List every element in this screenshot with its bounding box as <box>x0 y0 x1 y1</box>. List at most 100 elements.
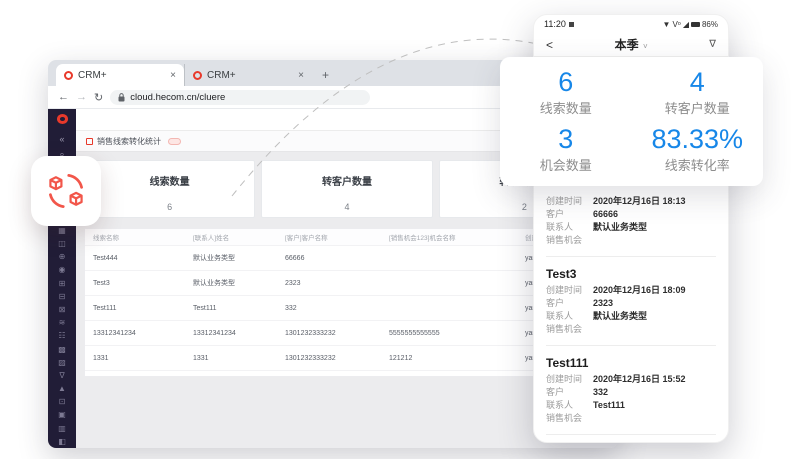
back-icon[interactable]: ← <box>58 91 69 103</box>
stat-opportunities: 3 机会数量 <box>500 124 632 181</box>
cell-lead-name: Test111 <box>93 305 193 312</box>
stat-value: 6 <box>500 67 632 97</box>
cell-opportunity: 5555555555555 <box>389 330 525 337</box>
status-time: 11:20 <box>544 19 566 29</box>
stat-label: 机会数量 <box>500 155 632 174</box>
sidebar-collapse-icon[interactable]: « <box>59 132 64 147</box>
browser-tab-inactive[interactable]: CRM+ × <box>184 64 312 86</box>
sidebar-module-icon[interactable]: ◉ <box>59 263 66 276</box>
sidebar-module-icon[interactable]: ▩ <box>58 343 66 356</box>
stat-value: 4 <box>632 67 764 97</box>
phone-status-bar: 11:20 ▼ Vᵒ ◢ 86% <box>534 15 728 33</box>
report-icon <box>86 138 93 145</box>
field-value: 66666 <box>593 208 618 221</box>
stat-label: 线索数量 <box>500 98 632 117</box>
field-label: 联系人 <box>546 310 593 323</box>
field-label: 销售机会 <box>546 234 593 247</box>
table-row[interactable]: 1331 1331 1301232333232 121212 yangb <box>85 346 609 371</box>
stat-label: 转客户数量 <box>632 98 764 117</box>
sidebar-module-icon[interactable]: ◫ <box>58 237 66 250</box>
field-value: 2020年12月16日 15:52 <box>593 373 686 386</box>
forward-icon[interactable]: → <box>76 91 87 103</box>
field-value: 默认业务类型 <box>593 310 647 323</box>
table-row[interactable]: Test111 Test111 332 yangb <box>85 296 609 321</box>
crm-favicon-icon <box>193 71 202 80</box>
new-tab-button[interactable]: + <box>312 68 339 86</box>
field-value: 332 <box>593 386 608 399</box>
stat-label: 线索转化率 <box>632 155 764 174</box>
field-label: 客户 <box>546 297 593 310</box>
list-item[interactable]: 创建时间2020年12月16日 18:13 客户66666 联系人默认业务类型 … <box>546 185 716 247</box>
leads-table: 线索名称 [联系人]姓名 [客户]客户名称 [销售机会123]机会名称 创建人 … <box>84 228 610 377</box>
stat-customers: 4 转客户数量 <box>632 67 764 124</box>
sidebar-module-icon[interactable]: ⊞ <box>59 277 66 290</box>
stat-card-value: 6 <box>85 202 254 212</box>
signal-icon: ◢ <box>683 20 689 29</box>
notification-icon <box>569 22 574 27</box>
sidebar-module-icon[interactable]: ≋ <box>59 316 66 329</box>
page-title[interactable]: 销售线索转化统计 <box>97 136 161 147</box>
sidebar-module-icon[interactable]: ⊕ <box>59 250 66 263</box>
volte-icon: Vᵒ <box>672 20 680 29</box>
cell-lead-name: Test444 <box>93 255 193 262</box>
stat-value: 3 <box>500 124 632 154</box>
sidebar-module-icon[interactable]: ⊟ <box>59 290 66 303</box>
cell-lead-name: 13312341234 <box>93 330 193 337</box>
entry-title: Test3 <box>546 267 716 281</box>
tab-title: CRM+ <box>207 70 293 81</box>
column-header: 线索名称 <box>93 232 193 242</box>
stat-value: 83.33% <box>632 124 764 154</box>
sidebar-module-icon[interactable]: ▲ <box>58 382 66 395</box>
cell-lead-name: 1331 <box>93 355 193 362</box>
wifi-icon: ▼ <box>663 20 671 29</box>
sidebar-module-icon[interactable]: ☷ <box>58 329 65 342</box>
entry-title: Test111 <box>546 356 716 370</box>
cell-lead-name: Test3 <box>93 280 193 287</box>
browser-tab-active[interactable]: CRM+ × <box>56 64 184 86</box>
field-label: 客户 <box>546 208 593 221</box>
list-item[interactable]: 13312341234 创建时间2020年12月16日 15:35 <box>546 434 716 443</box>
sidebar-module-icon[interactable]: ◧ <box>58 435 66 448</box>
hecom-logo-icon <box>57 114 68 124</box>
column-header: [销售机会123]机会名称 <box>389 232 525 242</box>
period-selector[interactable]: 本季 <box>615 38 639 52</box>
back-chevron-icon[interactable]: < <box>546 38 553 52</box>
chevron-down-icon: ˅ <box>643 42 648 51</box>
sidebar-module-icon[interactable]: ∇ <box>59 369 64 382</box>
stat-card-title: 转客户数量 <box>262 173 431 188</box>
cube-sync-icon <box>44 169 88 213</box>
stats-callout-card: 6 线索数量 4 转客户数量 3 机会数量 83.33% 线索转化率 <box>500 57 763 186</box>
title-badge <box>168 138 181 145</box>
list-item[interactable]: Test111 创建时间2020年12月16日 15:52 客户332 联系人T… <box>546 345 716 425</box>
sidebar-module-icon[interactable]: ⊡ <box>59 395 66 408</box>
stat-conversion-rate: 83.33% 线索转化率 <box>632 124 764 181</box>
field-label: 销售机会 <box>546 323 593 336</box>
list-item[interactable]: Test3 创建时间2020年12月16日 18:09 客户2323 联系人默认… <box>546 256 716 336</box>
composite-screenshot: CRM+ × CRM+ × + ← → ↻ cloud.hecom.cn/clu… <box>0 0 792 459</box>
cell-contact: 13312341234 <box>193 330 285 337</box>
cell-customer: 2323 <box>285 280 389 287</box>
battery-percent: 86% <box>702 20 718 29</box>
table-row[interactable]: Test444 默认业务类型 66666 yangb <box>85 246 609 271</box>
sidebar-module-icon[interactable]: ▣ <box>58 408 66 421</box>
stat-card-leads: 线索数量 6 <box>84 160 255 218</box>
address-bar[interactable]: cloud.hecom.cn/cluere <box>110 90 370 105</box>
url-text: cloud.hecom.cn/cluere <box>130 92 225 103</box>
column-header: [联系人]姓名 <box>193 232 285 242</box>
close-tab-icon[interactable]: × <box>170 70 176 81</box>
tab-title: CRM+ <box>78 70 165 81</box>
sidebar-module-icon[interactable]: ▨ <box>58 356 66 369</box>
sidebar-module-icon[interactable]: ▥ <box>58 422 66 435</box>
reload-icon[interactable]: ↻ <box>94 91 103 104</box>
table-row[interactable]: 13312341234 13312341234 1301232333232 55… <box>85 321 609 346</box>
stat-card-value: 4 <box>262 202 431 212</box>
table-row[interactable]: Test3 默认业务类型 2323 yangb <box>85 271 609 296</box>
lead-convert-logo-badge <box>31 156 101 226</box>
cell-customer: 66666 <box>285 255 389 262</box>
field-label: 联系人 <box>546 399 593 412</box>
filter-icon[interactable]: ∇ <box>709 39 716 50</box>
sidebar-module-icon[interactable]: ⊠ <box>59 303 66 316</box>
close-tab-icon[interactable]: × <box>298 70 304 81</box>
cell-customer: 1301232333232 <box>285 330 389 337</box>
field-label: 创建时间 <box>546 195 593 208</box>
